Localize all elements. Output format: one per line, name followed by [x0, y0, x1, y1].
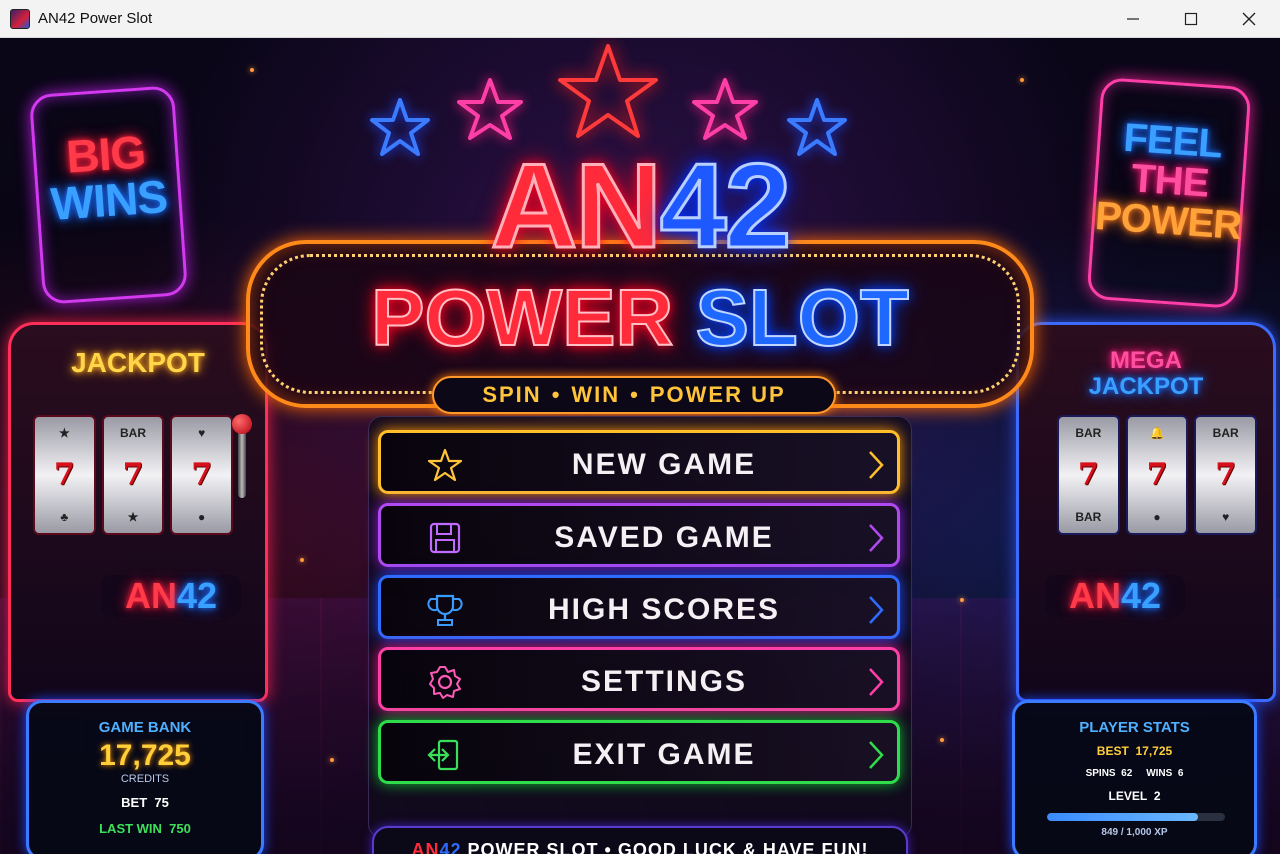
new-game-button[interactable]: NEW GAME: [378, 430, 900, 494]
window-titlebar: AN42 Power Slot: [0, 0, 1280, 38]
credits-unit: CREDITS: [120, 773, 170, 785]
bet-display: BET 75: [121, 795, 169, 810]
saved-game-label: SAVED GAME: [554, 521, 774, 554]
floppy-disk-icon: [429, 522, 461, 554]
high-scores-label: HIGH SCORES: [547, 593, 781, 626]
credits-value: 17,725: [99, 739, 191, 772]
player-stats-title: PLAYER STATS: [1079, 719, 1190, 736]
slot-reels: BAR 7 BAR 🔔 7 ● BAR 7 ♥: [1057, 415, 1258, 535]
trophy-icon: [427, 594, 463, 626]
new-game-label: NEW GAME: [571, 448, 757, 481]
best-score: BEST 17,725: [1096, 744, 1173, 758]
reel: ★ 7 ♣: [33, 415, 96, 535]
window-title: AN42 Power Slot: [38, 10, 153, 27]
minimize-button[interactable]: [1104, 0, 1162, 38]
exit-door-icon: [427, 739, 459, 771]
xp-progress-fill: [1047, 813, 1199, 821]
footer-banner: AN42 POWER SLOT • GOOD LUCK & HAVE FUN!: [372, 826, 908, 854]
app-icon: [10, 9, 30, 29]
star-icon: [692, 78, 758, 140]
xp-progress-bar: [1047, 813, 1225, 821]
star-icon: [427, 448, 463, 482]
tagline: SPIN • WIN • POWER UP: [432, 376, 836, 414]
chevron-right-icon: [869, 524, 884, 552]
left-slot-machine: JACKPOT ★ 7 ♣ BAR 7 ★ ♥ 7 ● AN42: [8, 322, 268, 702]
gear-icon: [429, 666, 461, 699]
exit-game-button[interactable]: EXIT GAME: [378, 720, 900, 784]
minimize-icon: [1127, 18, 1139, 20]
reel: ♥ 7 ●: [170, 415, 234, 535]
reel: BAR 7 BAR: [1057, 415, 1120, 535]
level-display: LEVEL 2: [1108, 789, 1161, 803]
game-subtitle-logo: POWER SLOT: [370, 273, 910, 362]
machine-logo: AN42: [1045, 575, 1185, 617]
last-win-display: LAST WIN 750: [99, 821, 191, 836]
maximize-icon: [1184, 12, 1198, 26]
star-icon: [457, 78, 523, 140]
chevron-right-icon: [869, 741, 884, 769]
xp-text: 849 / 1,000 XP: [1101, 827, 1168, 838]
chevron-right-icon: [869, 451, 884, 479]
slot-lever: [232, 414, 252, 498]
chevron-right-icon: [869, 596, 884, 624]
settings-button[interactable]: SETTINGS: [378, 647, 900, 711]
jackpot-title: JACKPOT: [1088, 373, 1204, 400]
game-bank-title: GAME BANK: [98, 719, 192, 736]
spins-wins: SPINS 62 WINS 6: [1085, 768, 1184, 779]
main-menu-scene: BIG WINS FEEL THE POWER JACKPOT ★ 7 ♣ BAR 7…: [0, 38, 1280, 854]
slot-reels: ★ 7 ♣ BAR 7 ★ ♥ 7 ●: [33, 415, 234, 535]
maximize-button[interactable]: [1162, 0, 1220, 38]
game-bank-panel: GAME BANK 17,725 CREDITS BET 75 LAST WIN…: [26, 700, 264, 854]
game-logo: AN42: [489, 139, 793, 273]
close-icon: [1242, 12, 1256, 26]
close-button[interactable]: [1220, 0, 1278, 38]
reel: 🔔 7 ●: [1125, 415, 1189, 535]
player-stats-panel: PLAYER STATS BEST 17,725 SPINS 62 WINS 6…: [1012, 700, 1257, 854]
machine-logo: AN42: [101, 575, 241, 617]
reel: BAR 7 ♥: [1194, 415, 1258, 535]
chevron-right-icon: [869, 668, 884, 696]
right-slot-machine: MEGA JACKPOT BAR 7 BAR 🔔 7 ● BAR 7 ♥ AN42: [1016, 322, 1276, 702]
star-icon: [558, 44, 658, 138]
high-scores-button[interactable]: HIGH SCORES: [378, 575, 900, 639]
reel: BAR 7 ★: [101, 415, 165, 535]
settings-label: SETTINGS: [580, 665, 747, 698]
exit-game-label: EXIT GAME: [572, 738, 756, 771]
saved-game-button[interactable]: SAVED GAME: [378, 503, 900, 567]
